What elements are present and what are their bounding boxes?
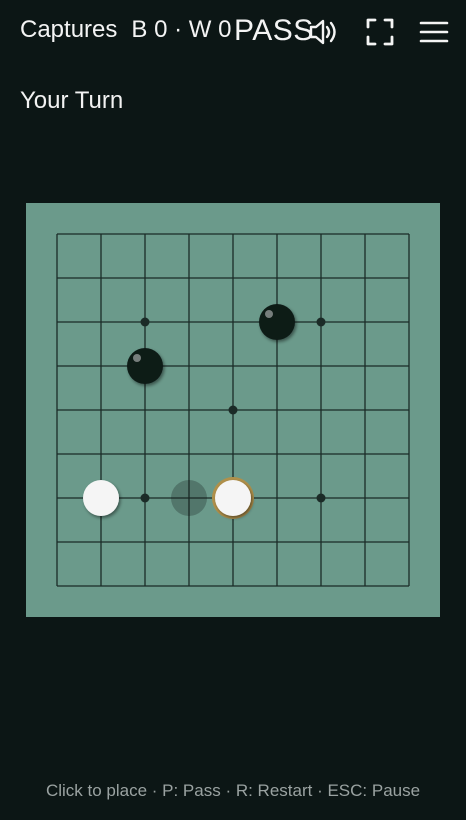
white-stone — [215, 480, 251, 516]
fullscreen-icon — [366, 18, 394, 46]
white-stone — [83, 480, 119, 516]
captures-display: Captures B 0 · W 0 — [20, 16, 231, 44]
stone-highlight — [133, 354, 141, 362]
star-point — [140, 317, 150, 327]
stone-highlight — [265, 310, 273, 318]
black-stone — [259, 304, 295, 340]
hamburger-menu-icon — [419, 21, 449, 43]
pass-button[interactable]: PASS — [234, 14, 314, 48]
captures-label: Captures — [20, 16, 118, 43]
controls-hint: Click to place · P: Pass · R: Restart · … — [45, 781, 421, 800]
star-point — [316, 493, 326, 503]
speaker-icon — [309, 19, 336, 45]
menu-button[interactable] — [416, 14, 452, 50]
sound-toggle-button[interactable] — [306, 14, 342, 50]
black-stone — [127, 348, 163, 384]
fullscreen-button[interactable] — [362, 14, 398, 50]
star-point — [316, 317, 326, 327]
turn-indicator: Your Turn — [20, 87, 124, 114]
top-bar: Captures B 0 · W 0 PASS — [0, 0, 466, 60]
go-board[interactable] — [26, 203, 440, 617]
black-captures: B 0 — [131, 16, 168, 43]
hover-preview-stone — [171, 480, 207, 516]
white-captures: W 0 — [188, 16, 232, 43]
board-grid — [56, 233, 410, 587]
star-point — [140, 493, 150, 503]
game-screen: Captures B 0 · W 0 PASS Your Turn Click … — [0, 0, 466, 820]
captures-separator: · — [174, 16, 183, 43]
star-point — [228, 405, 238, 415]
